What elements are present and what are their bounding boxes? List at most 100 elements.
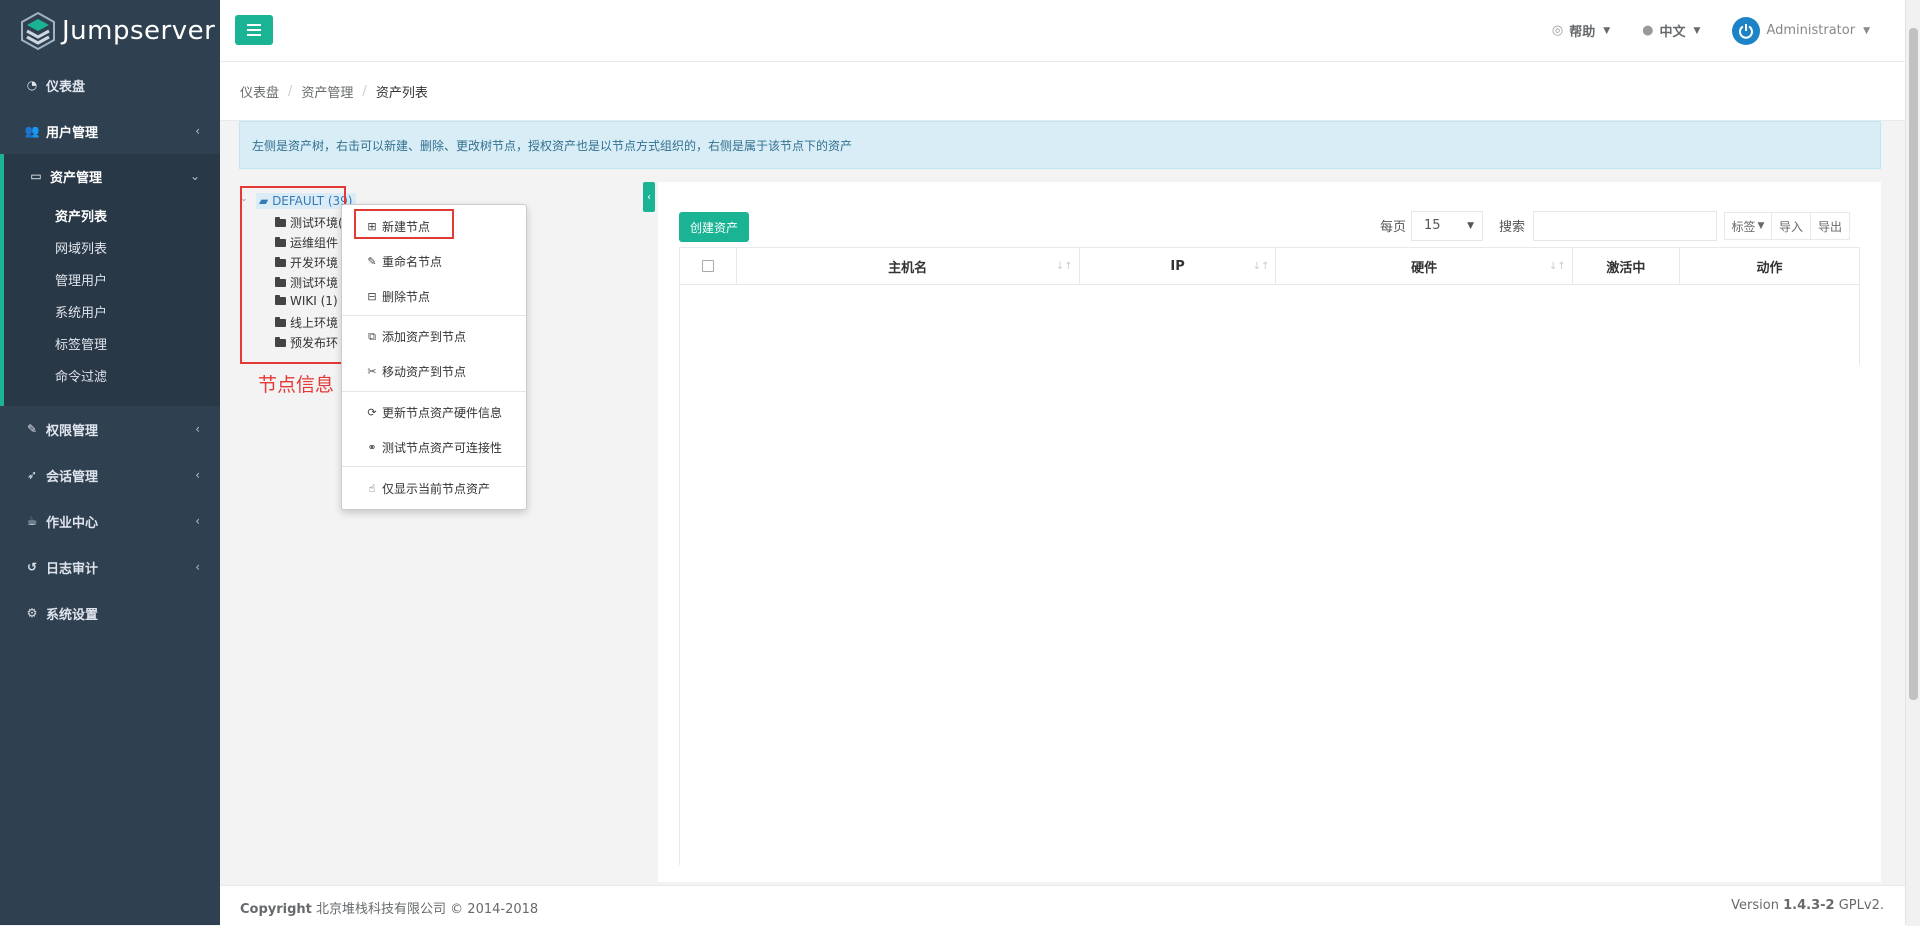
caret-down-icon: ▼	[1863, 25, 1870, 36]
menu-divider	[342, 466, 526, 467]
language-dropdown[interactable]: ● 中文 ▼	[1642, 21, 1700, 40]
select-all-cell	[680, 248, 737, 284]
collapse-tree-button[interactable]: ‹	[643, 182, 655, 212]
version-label: Version	[1731, 898, 1779, 913]
coffee-icon: ☕	[26, 514, 38, 528]
chevron-left-icon: ‹	[195, 468, 200, 482]
import-button[interactable]: 导入	[1771, 212, 1811, 240]
nav-asset-management[interactable]: ▭ 资产管理 ⌄	[0, 154, 220, 198]
user-dropdown[interactable]: Administrator ▼	[1732, 16, 1870, 45]
submenu-label-management[interactable]: 标签管理	[4, 330, 220, 362]
annotation-highlight-box	[354, 209, 454, 239]
page-scrollbar[interactable]	[1905, 0, 1920, 925]
menu-item-label: 更新节点资产硬件信息	[382, 406, 503, 420]
caret-down-icon: ▼	[1467, 221, 1474, 231]
asset-submenu: 资产列表 网域列表 管理用户 系统用户 标签管理 命令过滤	[0, 198, 220, 406]
chevron-down-icon: ⌄	[189, 169, 200, 183]
nav-dashboard[interactable]: ◔ 仪表盘	[0, 62, 220, 108]
nav-session-management[interactable]: ➶ 会话管理 ‹	[0, 452, 220, 498]
footer-copyright: Copyright 北京堆栈科技有限公司 © 2014-2018	[240, 898, 538, 917]
refresh-icon: ⟳	[367, 406, 377, 419]
menu-item-show-current-node-assets[interactable]: ☝ 仅显示当前节点资产	[366, 480, 490, 497]
logo-text: Jumpserver	[62, 16, 216, 46]
column-label: 激活中	[1606, 260, 1646, 276]
scrollbar-thumb[interactable]	[1909, 28, 1918, 700]
footer-version: Version 1.4.3-2 GPLv2.	[1731, 898, 1884, 913]
breadcrumb-asset-management[interactable]: 资产管理	[301, 82, 353, 101]
menu-item-move-asset-to-node[interactable]: ✂ 移动资产到节点	[366, 363, 466, 380]
search-label: 搜索	[1499, 220, 1526, 235]
per-page-value: 15	[1424, 218, 1441, 233]
nav-system-settings[interactable]: ⚙ 系统设置	[0, 590, 220, 636]
menu-item-label: 删除节点	[382, 290, 431, 304]
top-right-menu: ◎ 帮助 ▼ ● 中文 ▼ Administrator ▼	[1552, 0, 1870, 61]
asset-list-panel: 创建资产 每页 15 ▼ 搜索 标签 ▼ 导入 导出 主机名 ↓↑ IP ↓↑ 硬…	[658, 182, 1881, 882]
handshake-icon: ◎	[1551, 23, 1564, 38]
menu-item-delete-node[interactable]: ⊟ 删除节点	[366, 288, 430, 305]
footer: Copyright 北京堆栈科技有限公司 © 2014-2018 Version…	[220, 885, 1906, 926]
chevron-left-icon: ‹	[195, 514, 200, 528]
column-hostname[interactable]: 主机名 ↓↑	[737, 248, 1080, 284]
nav-log-audit[interactable]: ↺ 日志审计 ‹	[0, 544, 220, 590]
breadcrumb-asset-list: 资产列表	[375, 85, 428, 101]
version-number: 1.4.3-2	[1783, 898, 1835, 913]
caret-down-icon: ▼	[1757, 221, 1765, 231]
top-navbar: ◎ 帮助 ▼ ● 中文 ▼ Administrator ▼	[220, 0, 1920, 62]
column-hardware[interactable]: 硬件 ↓↑	[1276, 248, 1573, 284]
minus-square-icon: ⊟	[367, 290, 377, 303]
panel-divider	[679, 365, 680, 865]
create-asset-button[interactable]: 创建资产	[679, 212, 749, 242]
license-text: GPLv2.	[1838, 898, 1884, 913]
column-actions: 动作	[1680, 248, 1859, 284]
menu-toggle-button[interactable]	[235, 15, 273, 45]
submenu-asset-list[interactable]: 资产列表	[4, 202, 220, 234]
menu-divider	[342, 315, 526, 316]
menu-item-add-asset-to-node[interactable]: ⧉ 添加资产到节点	[366, 328, 466, 345]
menu-item-test-connectivity[interactable]: ⚭ 测试节点资产可连接性	[366, 439, 502, 456]
tag-dropdown-button[interactable]: 标签 ▼	[1724, 212, 1772, 240]
breadcrumb-separator: /	[362, 83, 367, 99]
per-page-select[interactable]: 15 ▼	[1411, 211, 1483, 241]
export-button[interactable]: 导出	[1810, 212, 1850, 240]
menu-item-label: 测试节点资产可连接性	[382, 441, 503, 455]
breadcrumb-dashboard[interactable]: 仪表盘	[240, 82, 279, 101]
submenu-command-filter[interactable]: 命令过滤	[4, 362, 220, 394]
tag-button-label: 标签	[1731, 219, 1756, 234]
annotation-highlight-box	[240, 186, 346, 364]
search-input[interactable]	[1533, 211, 1717, 241]
nav-user-management[interactable]: 👥 用户管理 ‹	[0, 108, 220, 154]
gears-icon: ⚙	[26, 606, 38, 620]
select-all-checkbox[interactable]	[701, 260, 714, 272]
chevron-left-icon: ‹	[195, 124, 200, 138]
scissors-icon: ✂	[367, 365, 377, 378]
nav-label: 用户管理	[46, 125, 99, 141]
jumpserver-logo-icon	[21, 11, 55, 51]
nav-job-center[interactable]: ☕ 作业中心 ‹	[0, 498, 220, 544]
submenu-system-users[interactable]: 系统用户	[4, 298, 220, 330]
nav-permission-management[interactable]: ✎ 权限管理 ‹	[0, 406, 220, 452]
copyright-label: Copyright	[240, 902, 312, 917]
column-label: 硬件	[1411, 260, 1438, 276]
menu-item-label: 仅显示当前节点资产	[382, 482, 491, 496]
chevron-left-icon: ‹	[195, 422, 200, 436]
asset-table: 主机名 ↓↑ IP ↓↑ 硬件 ↓↑ 激活中 动作	[679, 247, 1860, 365]
submenu-admin-users[interactable]: 管理用户	[4, 266, 220, 298]
submenu-domain-list[interactable]: 网域列表	[4, 234, 220, 266]
inbox-icon: ▭	[30, 169, 42, 183]
nav-label: 作业中心	[46, 515, 99, 531]
breadcrumb: 仪表盘 / 资产管理 / 资产列表	[220, 62, 1920, 121]
menu-item-label: 移动资产到节点	[382, 365, 467, 379]
column-ip[interactable]: IP ↓↑	[1080, 248, 1277, 284]
caret-down-icon: ▼	[1603, 25, 1611, 36]
nav-label: 日志审计	[46, 561, 99, 577]
sidebar: Jumpserver ◔ 仪表盘 👥 用户管理 ‹ ▭ 资产管理 ⌄ 资产列表 …	[0, 0, 220, 925]
per-page-label: 每页	[1380, 220, 1407, 235]
logo[interactable]: Jumpserver	[0, 0, 220, 62]
sort-icon: ↓↑	[1548, 260, 1566, 272]
column-label: IP	[1170, 258, 1185, 274]
help-dropdown[interactable]: ◎ 帮助 ▼	[1552, 21, 1610, 40]
edit-icon: ✎	[26, 422, 38, 436]
menu-item-rename-node[interactable]: ✎ 重命名节点	[366, 253, 442, 270]
nav-label: 会话管理	[46, 469, 99, 485]
menu-item-refresh-hardware[interactable]: ⟳ 更新节点资产硬件信息	[366, 404, 502, 421]
